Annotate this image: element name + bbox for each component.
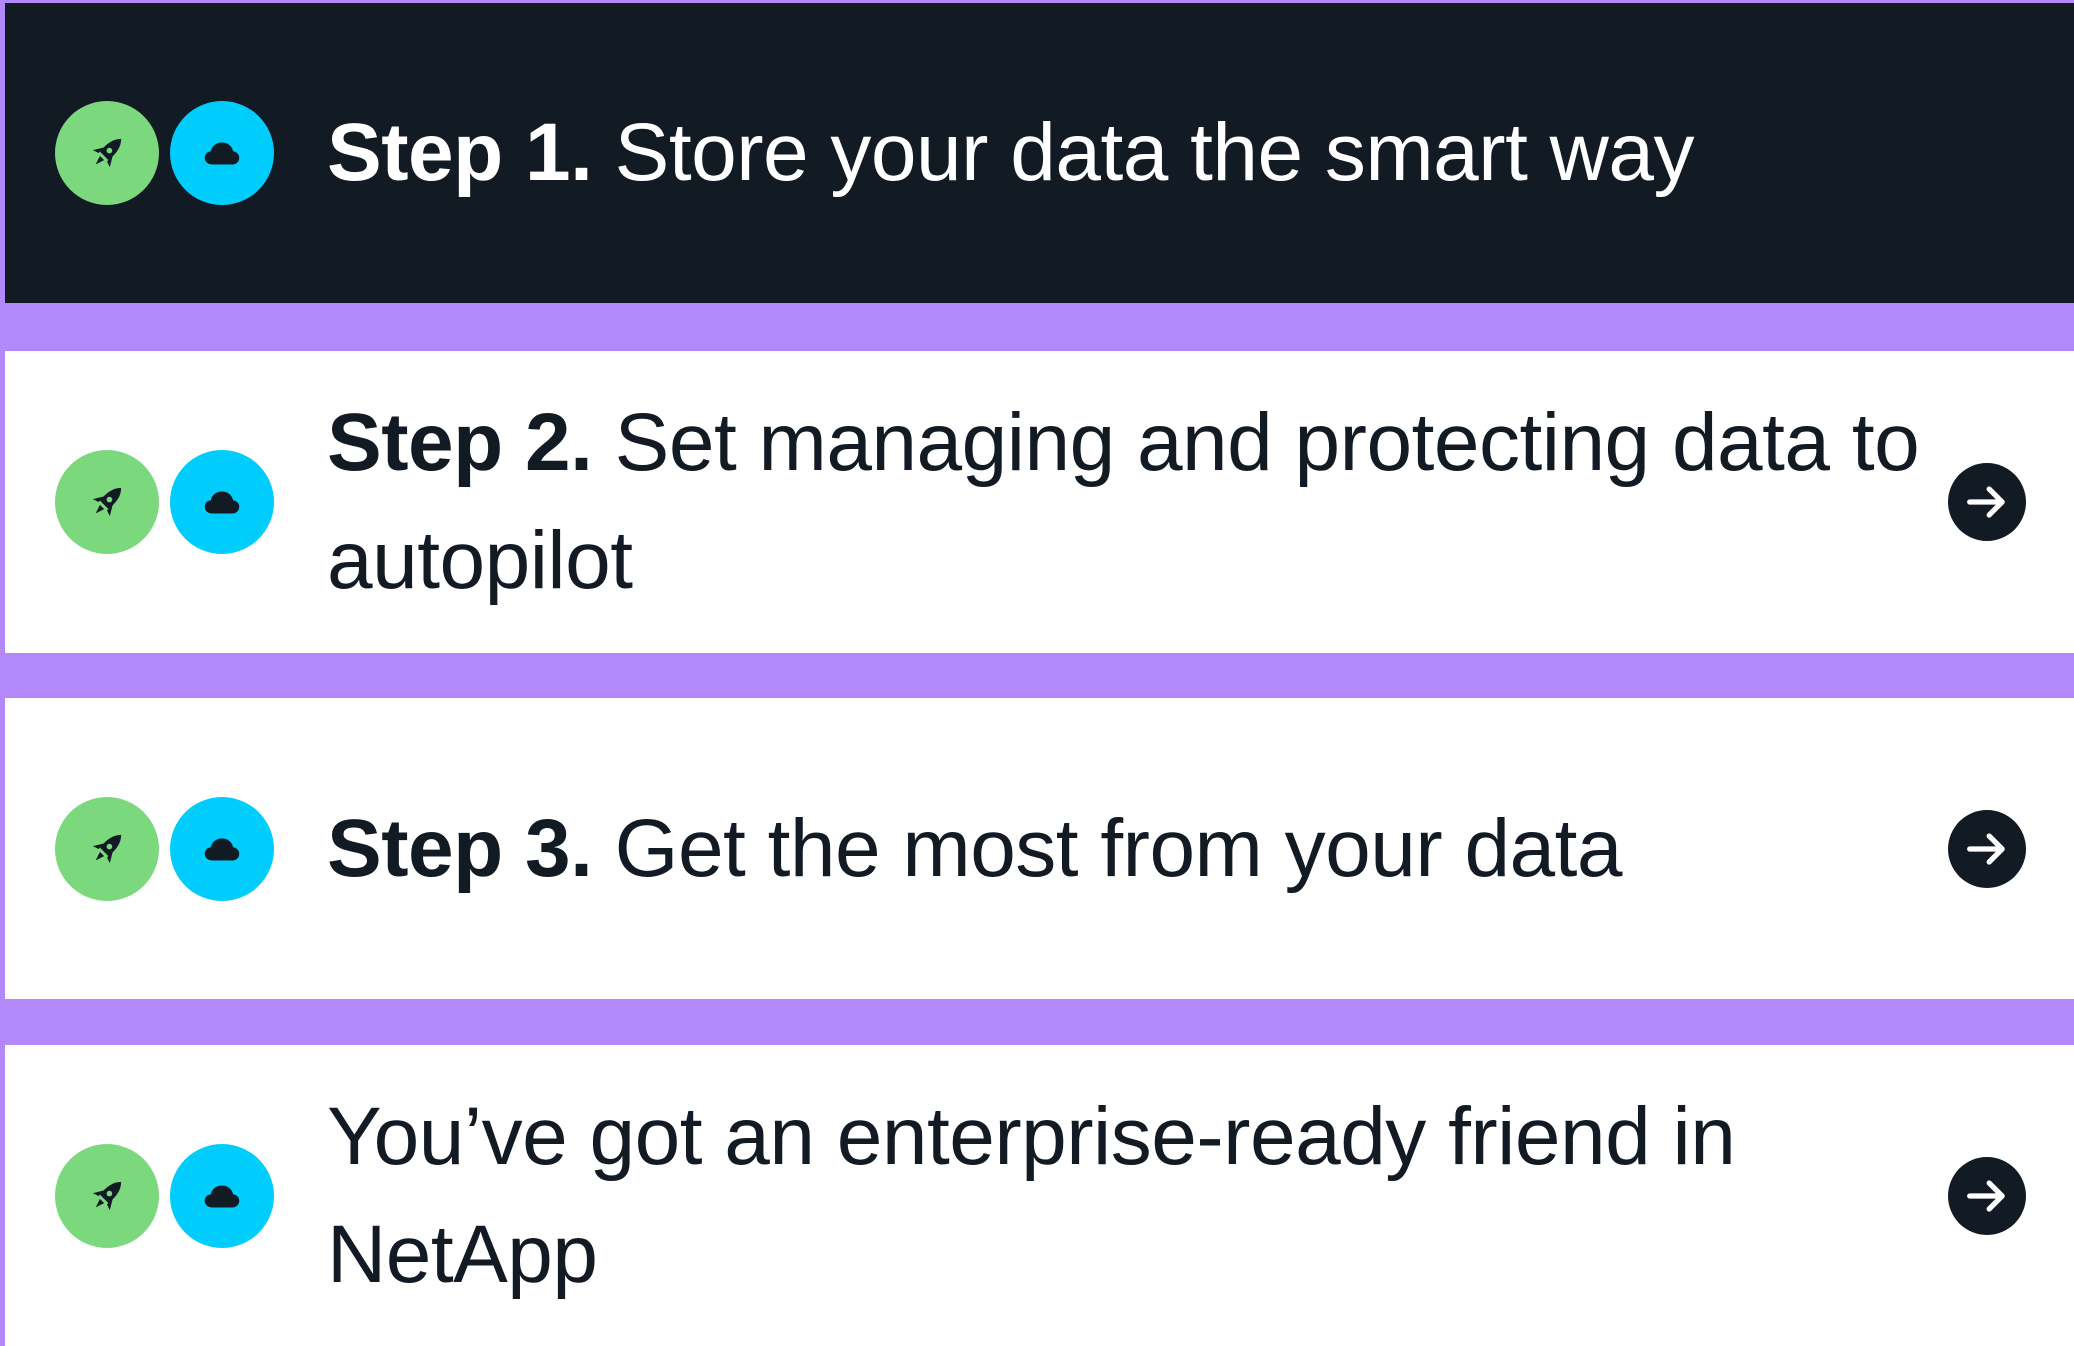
- step-1-text: Store your data the smart way: [592, 107, 1695, 198]
- cloud-icon: [170, 796, 274, 901]
- step-2-icons: [55, 450, 281, 554]
- step-4-arrow-button[interactable]: [1948, 1156, 2026, 1235]
- step-list: Step 1. Store your data the smart way St…: [0, 0, 2074, 1346]
- step-3-prefix: Step 3.: [327, 802, 593, 894]
- step-3-icons: [55, 796, 281, 901]
- rocket-icon: [55, 101, 159, 205]
- step-4-icons: [55, 1143, 281, 1248]
- step-4-row[interactable]: You’ve got an enterprise-ready friend in…: [5, 1045, 2074, 1346]
- arrow-right-icon: [1967, 832, 2005, 865]
- step-3-label: Step 3. Get the most from your data: [327, 790, 1954, 908]
- step-1-icons: [55, 101, 281, 205]
- step-2-label: Step 2. Set managing and protecting data…: [327, 384, 1954, 620]
- step-4-label: You’ve got an enterprise-ready friend in…: [327, 1078, 1954, 1314]
- arrow-right-icon: [1967, 486, 2005, 518]
- cloud-icon: [170, 101, 274, 205]
- step-1-label: Step 1. Store your data the smart way: [327, 94, 1954, 212]
- step-2-prefix: Step 2.: [327, 397, 593, 488]
- cloud-icon: [170, 1143, 274, 1248]
- step-3-text: Get the most from your data: [592, 802, 1623, 894]
- step-3-arrow-button[interactable]: [1948, 809, 2026, 888]
- arrow-right-icon: [1967, 1179, 2005, 1212]
- step-2-arrow-button[interactable]: [1948, 463, 2026, 541]
- step-1-prefix: Step 1.: [327, 107, 593, 198]
- step-4-text: You’ve got an enterprise-ready friend in…: [327, 1090, 1736, 1300]
- cloud-icon: [170, 450, 274, 554]
- rocket-icon: [55, 450, 159, 554]
- step-3-row[interactable]: Step 3. Get the most from your data: [5, 698, 2074, 999]
- rocket-icon: [55, 1143, 159, 1248]
- step-1-row[interactable]: Step 1. Store your data the smart way: [5, 3, 2074, 303]
- rocket-icon: [55, 796, 159, 901]
- step-2-row[interactable]: Step 2. Set managing and protecting data…: [5, 351, 2074, 653]
